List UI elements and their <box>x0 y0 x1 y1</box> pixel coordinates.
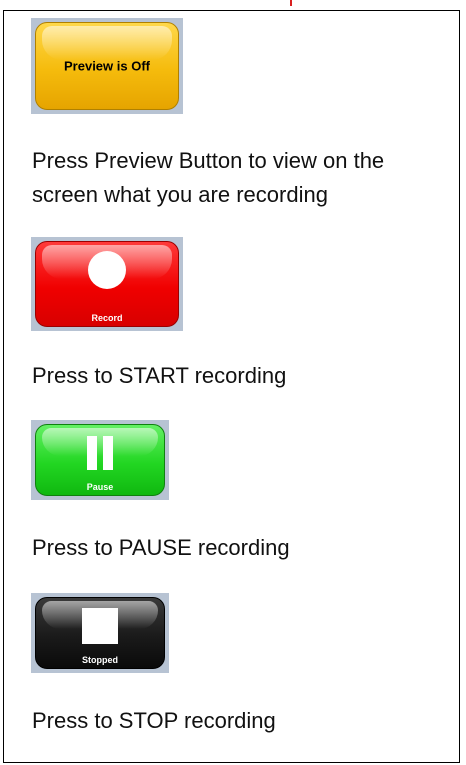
instructions-panel: Preview is Off Press Preview Button to v… <box>3 10 460 763</box>
circle-icon <box>88 251 126 289</box>
record-description: Press to START recording <box>32 363 287 388</box>
stop-description: Press to STOP recording <box>32 708 276 733</box>
pause-description: Press to PAUSE recording <box>32 535 290 560</box>
preview-button[interactable]: Preview is Off <box>35 22 179 110</box>
record-button[interactable]: Record <box>35 241 179 327</box>
red-marker <box>290 0 292 6</box>
stop-button[interactable]: Stopped <box>35 597 165 669</box>
pause-icon <box>85 436 115 470</box>
pause-button-wrapper: Pause <box>31 420 169 500</box>
stop-square-icon <box>82 608 118 644</box>
stop-button-wrapper: Stopped <box>31 593 169 673</box>
preview-button-label: Preview is Off <box>64 58 150 74</box>
pause-button-label: Pause <box>86 482 114 492</box>
preview-description: Press Preview Button to view on the scre… <box>32 148 385 207</box>
record-button-wrapper: Record <box>31 237 183 331</box>
record-button-label: Record <box>91 313 123 323</box>
preview-button-wrapper: Preview is Off <box>31 18 183 114</box>
pause-button[interactable]: Pause <box>35 424 165 496</box>
stop-button-label: Stopped <box>82 655 118 665</box>
